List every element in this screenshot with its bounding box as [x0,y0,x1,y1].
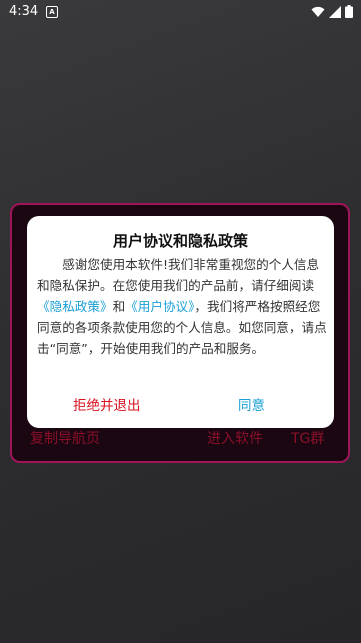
privacy-dialog: 用户协议和隐私政策 感谢您使用本软件!我们非常重视您的个人信息和隐私保护。在您使… [27,216,334,428]
dialog-text-1: 感谢您使用本软件!我们非常重视您的个人信息和隐私保护。在您使用我们的产品前，请仔… [37,257,320,293]
status-time: 4:34 [9,4,39,19]
status-icons [311,5,353,18]
signal-icon [329,5,341,18]
wifi-icon [311,6,325,17]
battery-icon [345,5,353,18]
notification-icon: A [46,6,58,18]
enter-app-link[interactable]: 进入软件 [207,428,263,448]
user-agreement-link[interactable]: 《用户协议》 [125,299,194,314]
privacy-policy-link[interactable]: 《隐私政策》 [37,299,113,314]
tg-group-link[interactable]: TG群 [291,428,324,448]
decline-exit-button[interactable]: 拒绝并退出 [73,394,141,414]
agree-button[interactable]: 同意 [238,394,265,414]
dialog-and: 和 [112,299,126,314]
copy-nav-link[interactable]: 复制导航页 [30,428,100,448]
dialog-title: 用户协议和隐私政策 [112,232,248,250]
status-bar: 4:34 A [0,0,361,24]
dialog-body: 感谢您使用本软件!我们非常重视您的个人信息和隐私保护。在您使用我们的产品前，请仔… [37,254,327,359]
